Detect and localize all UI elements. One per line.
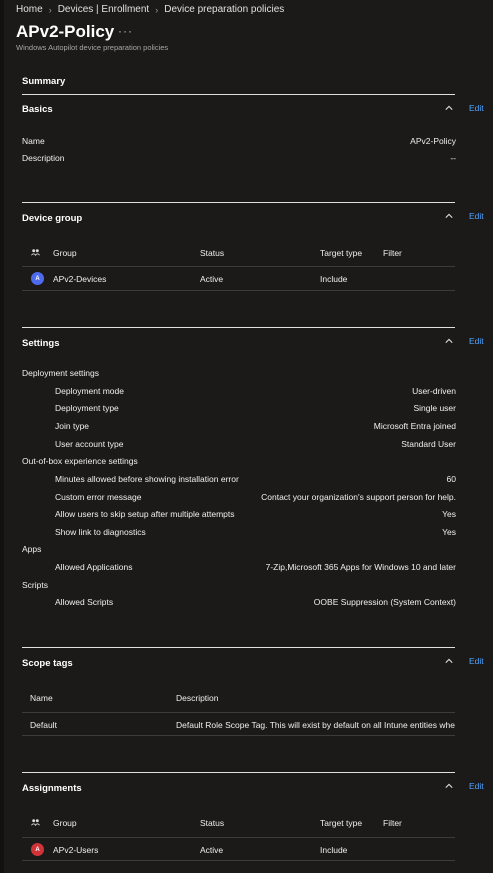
settings-edit-link[interactable]: Edit bbox=[469, 336, 484, 346]
user-group-avatar: A bbox=[31, 843, 44, 856]
show-diagnostics-value: Yes bbox=[442, 527, 456, 537]
group-type-icon bbox=[31, 249, 40, 257]
page-title: APv2-Policy bbox=[16, 22, 115, 41]
scope-tag-description: Default Role Scope Tag. This will exist … bbox=[176, 720, 455, 730]
chevron-up-icon[interactable] bbox=[445, 337, 453, 345]
chevron-right-icon: › bbox=[155, 4, 159, 15]
basics-title: Basics bbox=[22, 104, 53, 115]
assignment-status: Active bbox=[200, 845, 224, 855]
basics-description-value: -- bbox=[450, 153, 456, 163]
device-group-title: Device group bbox=[22, 213, 83, 224]
table-divider bbox=[22, 735, 455, 736]
group-avatar: A bbox=[31, 272, 44, 285]
section-divider bbox=[22, 202, 455, 203]
deployment-mode-value: User-driven bbox=[412, 386, 456, 396]
allow-skip-setup-value: Yes bbox=[442, 509, 456, 519]
chevron-up-icon[interactable] bbox=[445, 657, 453, 665]
scope-tags-title: Scope tags bbox=[22, 658, 73, 669]
breadcrumb-devices-enrollment[interactable]: Devices | Enrollment bbox=[58, 4, 150, 15]
table-divider bbox=[22, 860, 455, 861]
minutes-allowed-label: Minutes allowed before showing installat… bbox=[55, 474, 239, 484]
chevron-up-icon[interactable] bbox=[445, 782, 453, 790]
table-divider bbox=[22, 837, 455, 838]
group-type-icon bbox=[31, 819, 40, 827]
deployment-settings-heading: Deployment settings bbox=[22, 368, 100, 378]
assignment-group-name[interactable]: APv2-Users bbox=[53, 845, 98, 855]
join-type-label: Join type bbox=[55, 421, 90, 431]
table-divider bbox=[22, 266, 455, 267]
device-group-header-group: Group bbox=[53, 248, 77, 258]
deployment-type-label: Deployment type bbox=[55, 403, 119, 413]
scope-tags-header-description: Description bbox=[176, 693, 219, 703]
assignments-header-filter: Filter bbox=[383, 818, 402, 828]
allowed-scripts-value: OOBE Suppression (System Context) bbox=[313, 597, 456, 607]
allowed-scripts-label: Allowed Scripts bbox=[55, 597, 114, 607]
table-divider bbox=[22, 290, 455, 291]
basics-name-label: Name bbox=[22, 136, 45, 146]
user-account-type-value: Standard User bbox=[401, 439, 456, 449]
device-group-header-target: Target type bbox=[320, 248, 363, 258]
user-account-type-label: User account type bbox=[55, 439, 124, 449]
more-options-icon[interactable]: ··· bbox=[118, 24, 133, 38]
chevron-right-icon: › bbox=[48, 4, 52, 15]
allowed-applications-label: Allowed Applications bbox=[55, 562, 133, 572]
basics-edit-link[interactable]: Edit bbox=[469, 103, 484, 113]
section-divider bbox=[22, 647, 455, 648]
chevron-up-icon[interactable] bbox=[445, 104, 453, 112]
scripts-heading: Scripts bbox=[22, 580, 48, 590]
device-group-name[interactable]: APv2-Devices bbox=[53, 274, 106, 284]
custom-error-message-value: Contact your organization's support pers… bbox=[261, 492, 456, 502]
device-group-header-filter: Filter bbox=[383, 248, 402, 258]
scope-tags-edit-link[interactable]: Edit bbox=[469, 656, 484, 666]
assignments-edit-link[interactable]: Edit bbox=[469, 781, 484, 791]
allow-skip-setup-label: Allow users to skip setup after multiple… bbox=[55, 509, 235, 519]
policy-panel: Home › Devices | Enrollment › Device pre… bbox=[4, 0, 493, 873]
section-divider bbox=[22, 94, 455, 95]
device-group-status: Active bbox=[200, 274, 224, 284]
summary-heading: Summary bbox=[22, 76, 66, 87]
deployment-type-value: Single user bbox=[413, 403, 456, 413]
settings-title: Settings bbox=[22, 338, 60, 349]
show-diagnostics-label: Show link to diagnostics bbox=[55, 527, 146, 537]
device-group-header-status: Status bbox=[200, 248, 225, 258]
breadcrumb: Home › Devices | Enrollment › Device pre… bbox=[16, 4, 284, 15]
page-subtitle: Windows Autopilot device preparation pol… bbox=[16, 43, 169, 52]
custom-error-message-label: Custom error message bbox=[55, 492, 142, 502]
apps-heading: Apps bbox=[22, 544, 42, 554]
basics-description-label: Description bbox=[22, 153, 65, 163]
device-group-edit-link[interactable]: Edit bbox=[469, 211, 484, 221]
assignments-header-status: Status bbox=[200, 818, 225, 828]
allowed-applications-value: 7-Zip,Microsoft 365 Apps for Windows 10 … bbox=[265, 562, 456, 572]
breadcrumb-device-preparation-policies[interactable]: Device preparation policies bbox=[164, 4, 284, 15]
breadcrumb-home[interactable]: Home bbox=[16, 4, 43, 15]
device-group-target: Include bbox=[320, 274, 348, 284]
table-divider bbox=[22, 712, 455, 713]
chevron-up-icon[interactable] bbox=[445, 212, 453, 220]
basics-name-value: APv2-Policy bbox=[410, 136, 456, 146]
join-type-value: Microsoft Entra joined bbox=[373, 421, 456, 431]
section-divider bbox=[22, 772, 455, 773]
scope-tag-name: Default bbox=[30, 720, 57, 730]
minutes-allowed-value: 60 bbox=[446, 474, 456, 484]
section-divider bbox=[22, 327, 455, 328]
assignment-target: Include bbox=[320, 845, 348, 855]
assignments-header-group: Group bbox=[53, 818, 77, 828]
scope-tags-header-name: Name bbox=[30, 693, 53, 703]
deployment-mode-label: Deployment mode bbox=[55, 386, 124, 396]
assignments-header-target: Target type bbox=[320, 818, 363, 828]
assignments-title: Assignments bbox=[22, 783, 82, 794]
oobe-settings-heading: Out-of-box experience settings bbox=[22, 456, 138, 466]
